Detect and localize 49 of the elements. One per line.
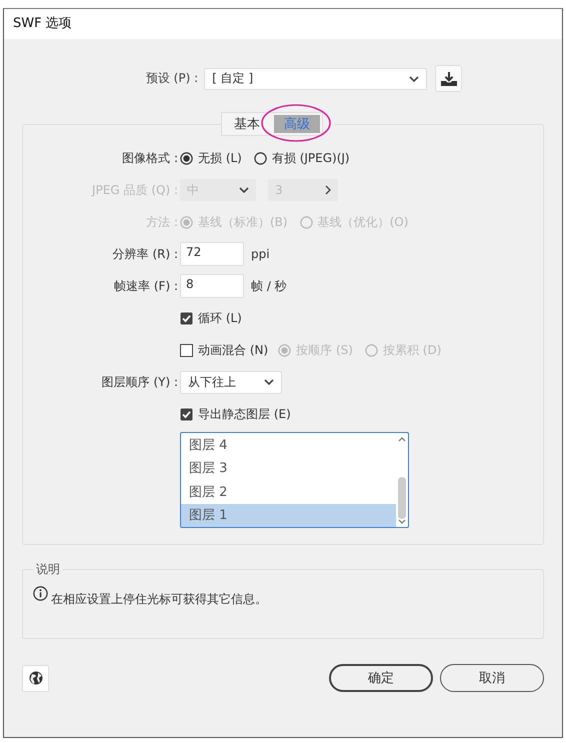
preset-dropdown[interactable]: [ 自定 ] xyxy=(204,68,428,90)
radio-label: 基线（优化）(O) xyxy=(318,214,408,230)
radio-label: 按累积 (D) xyxy=(382,342,442,358)
list-item[interactable]: 图层 2 xyxy=(181,480,396,504)
globe-icon xyxy=(28,671,42,685)
field-label: 图层顺序 (Y) : xyxy=(102,374,178,388)
field-label: 分辨率 (R) : xyxy=(112,246,178,260)
unit-label: ppi xyxy=(251,247,270,261)
caret-icon xyxy=(264,379,274,385)
list-item[interactable]: 图层 1 xyxy=(181,504,396,527)
caret-icon xyxy=(409,76,420,82)
info-icon xyxy=(33,586,48,601)
download-icon xyxy=(440,72,457,86)
radio-button[interactable] xyxy=(180,152,193,164)
field-label: 预设 (P) : xyxy=(146,70,198,87)
cancel-button[interactable]: 取消 xyxy=(440,664,544,692)
chevron-icon xyxy=(325,185,331,195)
tab[interactable]: 基本 xyxy=(222,113,272,135)
field-label: 图像格式 : xyxy=(122,150,178,164)
radio-label: 按顺序 (S) xyxy=(296,342,353,358)
radio-button[interactable] xyxy=(364,344,378,356)
field-label: 帧速率 (F) : xyxy=(114,278,178,292)
layer-list[interactable]: 图层 4 图层 3 图层 2 图层 1 xyxy=(180,432,409,528)
checkbox-label: 动画混合 (N) xyxy=(198,342,268,358)
field-label: JPEG 品质 (Q) : xyxy=(92,182,178,196)
radio-label: 有损 (JPEG)(J) xyxy=(272,150,350,166)
radio-button[interactable] xyxy=(278,344,292,356)
radio-label: 无损 (L) xyxy=(198,150,242,166)
checkbox-label: 导出静态图层 (E) xyxy=(198,406,291,422)
save-preset-button[interactable] xyxy=(435,65,462,92)
checkbox[interactable] xyxy=(180,344,193,356)
list-item[interactable]: 图层 4 xyxy=(181,434,396,458)
input-field[interactable]: 8 xyxy=(180,274,244,298)
unit-label: 帧 / 秒 xyxy=(251,278,287,294)
globe-button[interactable] xyxy=(22,664,49,692)
info-text: 在相应设置上停住光标可获得其它信息。 xyxy=(51,591,267,608)
radio-button[interactable] xyxy=(254,152,267,164)
input-field[interactable]: 72 xyxy=(180,242,244,266)
ok-button[interactable]: 确定 xyxy=(329,664,433,692)
caret-icon xyxy=(239,187,249,193)
list-item[interactable]: 图层 3 xyxy=(181,457,396,480)
group-title: 说明 xyxy=(35,561,61,578)
checkbox[interactable] xyxy=(180,312,193,324)
radio-label: 基线（标准）(B) xyxy=(198,214,288,230)
field-label: 方法 : xyxy=(146,214,178,228)
checkbox-label: 循环 (L) xyxy=(198,310,242,326)
layer-order-dropdown[interactable]: 从下往上 xyxy=(180,370,282,394)
window-title: SWF 选项 xyxy=(4,9,562,39)
checkbox[interactable] xyxy=(180,408,193,420)
